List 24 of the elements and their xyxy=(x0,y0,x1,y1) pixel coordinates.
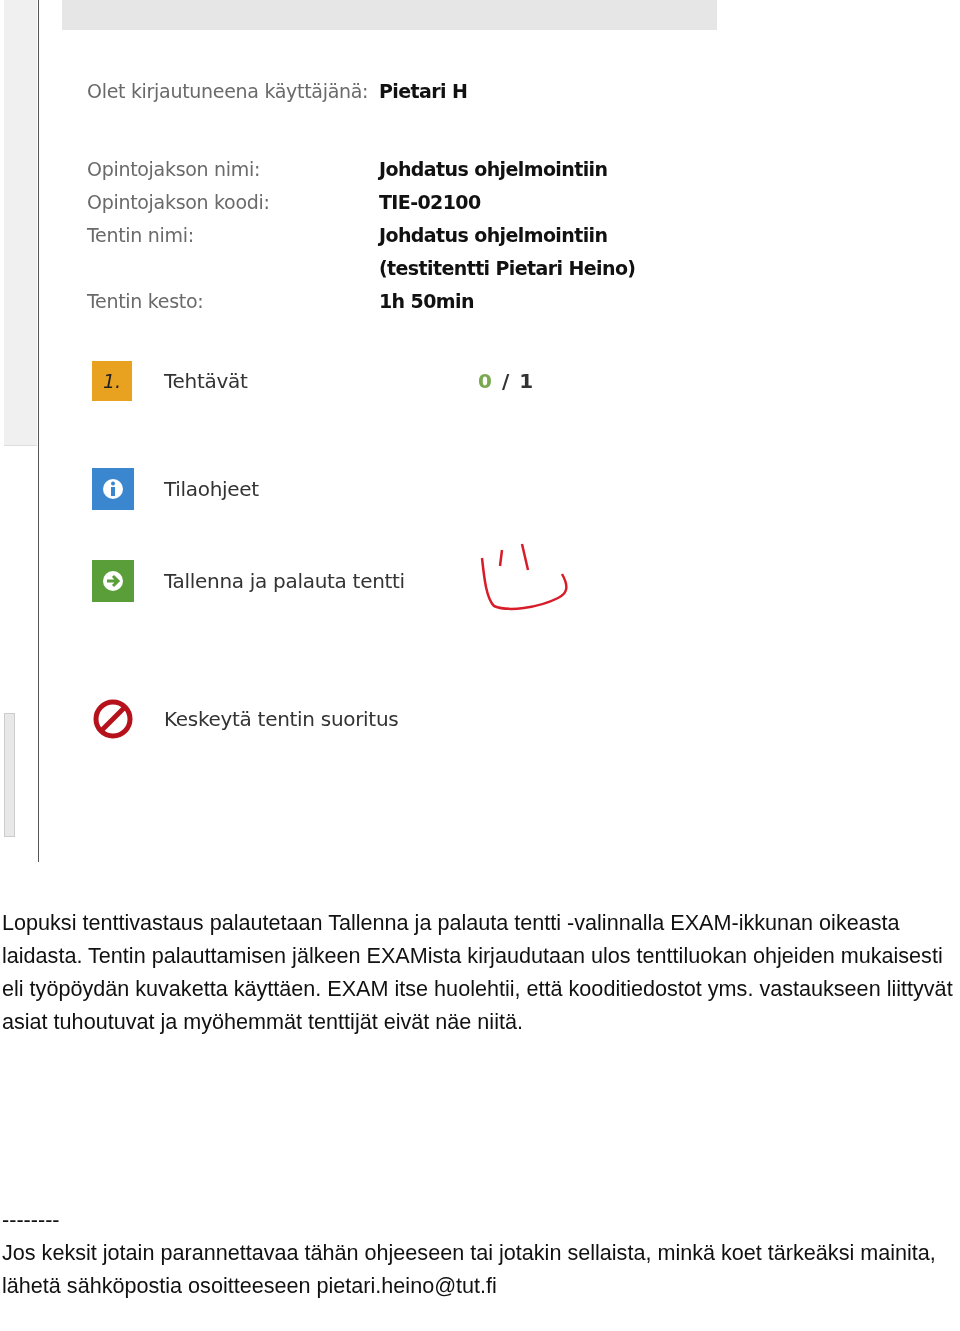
separator-slash: / xyxy=(501,369,510,393)
field-value: 1h 50min xyxy=(379,289,475,314)
field-label: Tentin nimi: xyxy=(87,223,195,248)
field-label: Olet kirjautuneena käyttäjänä: xyxy=(87,79,370,104)
number-badge: 1. xyxy=(92,361,132,401)
menu-link[interactable]: Tilaohjeet xyxy=(164,477,259,501)
field-value: Johdatus ohjelmointiin (testitentti Pietari Heino) xyxy=(379,223,637,281)
paragraph: Lopuksi tenttivastaus palautetaan Tallenna ja palauta tentti -valinnalla EXAM-ikkunan oikeasta laidasta. Tentin palauttamisen jälkeen EXAMista kirjaudutaan ulos tenttiluokan ohjeiden mukaisesti eli työpöydän kuvaketta käyttäen. EXAM itse huolehtii, että kooditiedostot yms. vastaukseen liittyvät asiat tuhoutuvat ja myöhemmät tenttijät eivät näe niitä. xyxy=(2,909,954,1036)
total-count: 1 xyxy=(519,369,534,393)
field-label: Opintojakson nimi: xyxy=(87,157,262,182)
paragraph: Jos keksit jotain parannettavaa tähän ohjeeseen tai jotakin sellaista, minkä koet tärkeäksi mainita, lähetä sähköpostia osoitteeseen pietari.heino@tut.fi xyxy=(2,1239,937,1300)
prohibited-icon xyxy=(92,698,134,740)
field-value: TIE-02100 xyxy=(379,190,482,215)
field-label: Opintojakson koodi: xyxy=(87,190,271,215)
menu-link[interactable]: Tallenna ja palauta tentti xyxy=(164,569,405,593)
menu-link[interactable]: Tehtävät xyxy=(164,369,248,393)
separator-dashes: -------- xyxy=(2,1206,61,1234)
arrow-right-icon xyxy=(92,560,134,602)
field-value: Johdatus ohjelmointiin xyxy=(379,157,609,182)
info-icon xyxy=(92,468,134,510)
done-count: 0 xyxy=(478,369,492,393)
field-label: Tentin kesto: xyxy=(87,289,205,314)
field-value: Pietari H xyxy=(379,79,469,104)
menu-link[interactable]: Keskeytä tentin suoritus xyxy=(164,707,399,731)
